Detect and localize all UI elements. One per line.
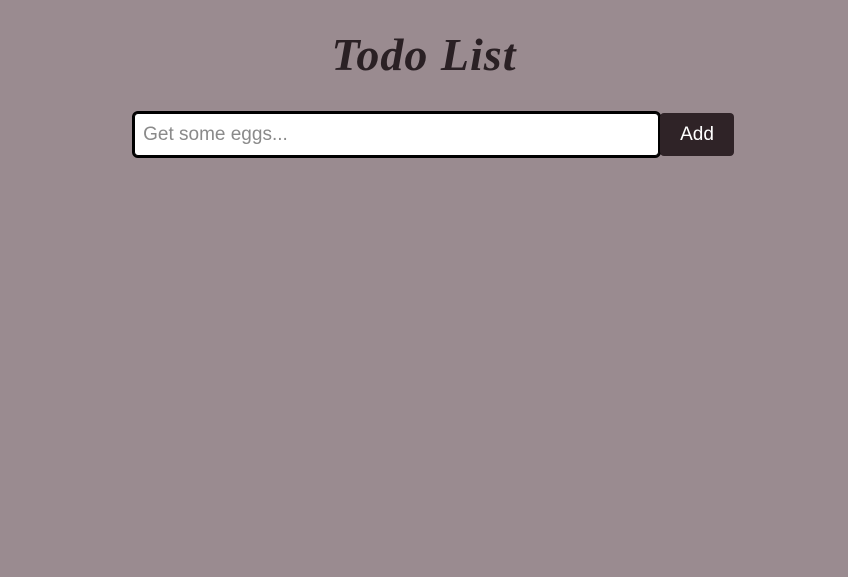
app-container: Todo List Add	[0, 0, 848, 156]
page-title: Todo List	[332, 28, 517, 81]
add-button[interactable]: Add	[660, 113, 734, 156]
todo-input[interactable]	[134, 113, 659, 156]
todo-form-row: Add	[134, 113, 734, 156]
